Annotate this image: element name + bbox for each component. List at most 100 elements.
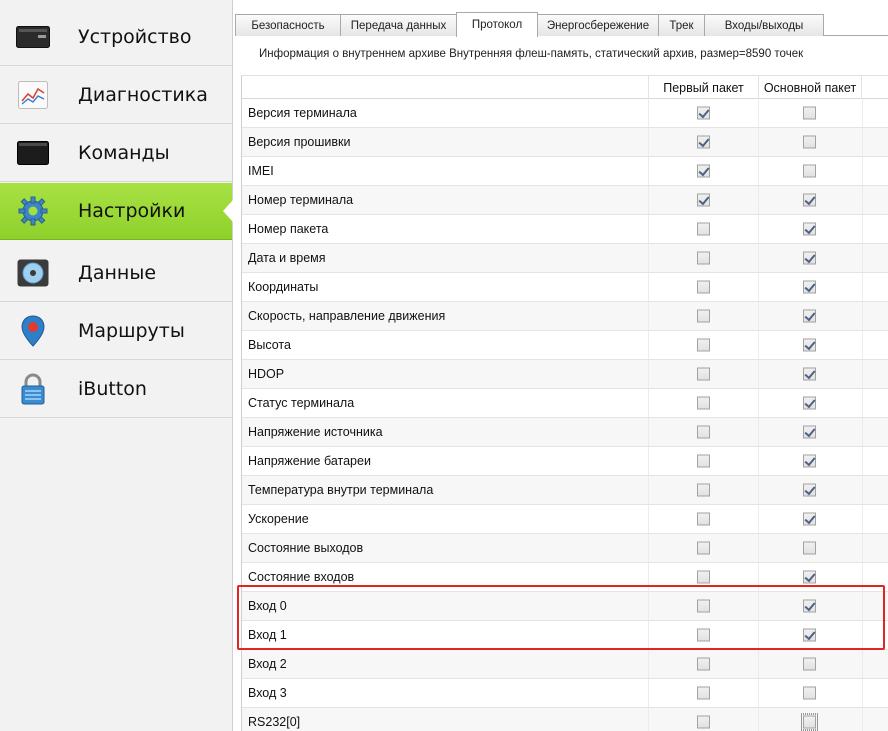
main-packet-checkbox[interactable] bbox=[803, 599, 816, 613]
sidebar-item-label: Команды bbox=[78, 142, 170, 164]
first-packet-checkbox[interactable] bbox=[697, 483, 710, 497]
field-name: Версия прошивки bbox=[248, 135, 351, 149]
first-packet-checkbox[interactable] bbox=[697, 715, 710, 729]
sidebar-item-diagnostics[interactable]: Диагностика bbox=[0, 67, 232, 124]
main-packet-checkbox[interactable] bbox=[803, 512, 816, 526]
diagnostics-chart-icon bbox=[16, 78, 50, 112]
column-header-first-packet[interactable]: Первый пакет bbox=[648, 76, 758, 99]
main-packet-checkbox[interactable] bbox=[803, 657, 816, 671]
field-name: Версия терминала bbox=[248, 106, 357, 120]
column-divider bbox=[862, 505, 863, 533]
main-packet-checkbox[interactable] bbox=[803, 222, 816, 236]
table-row: Напряжение источника bbox=[242, 418, 888, 447]
column-divider bbox=[648, 476, 649, 504]
sidebar-item-routes[interactable]: Маршруты bbox=[0, 303, 232, 360]
first-packet-checkbox[interactable] bbox=[697, 222, 710, 236]
main-packet-checkbox[interactable] bbox=[803, 135, 816, 149]
column-divider bbox=[758, 331, 759, 359]
column-divider bbox=[758, 534, 759, 562]
first-packet-checkbox[interactable] bbox=[697, 512, 710, 526]
main-packet-checkbox[interactable] bbox=[803, 396, 816, 410]
table-row: Номер терминала bbox=[242, 186, 888, 215]
main-packet-checkbox[interactable] bbox=[803, 193, 816, 207]
first-packet-checkbox[interactable] bbox=[697, 251, 710, 265]
column-divider bbox=[862, 360, 863, 388]
column-divider bbox=[758, 186, 759, 214]
table-row: Версия терминала bbox=[242, 99, 888, 128]
tab-track[interactable]: Трек bbox=[658, 14, 705, 36]
sidebar-item-data[interactable]: Данные bbox=[0, 245, 232, 302]
table-row: RS232[0] bbox=[242, 708, 888, 731]
main-packet-checkbox[interactable] bbox=[803, 541, 816, 555]
field-name: Номер пакета bbox=[248, 222, 329, 236]
table-header: Первый пакет Основной пакет bbox=[242, 76, 888, 99]
sidebar-item-label: Диагностика bbox=[78, 84, 208, 106]
first-packet-checkbox[interactable] bbox=[697, 106, 710, 120]
first-packet-checkbox[interactable] bbox=[697, 396, 710, 410]
field-name: Напряжение батареи bbox=[248, 454, 371, 468]
first-packet-checkbox[interactable] bbox=[697, 367, 710, 381]
first-packet-checkbox[interactable] bbox=[697, 135, 710, 149]
column-divider bbox=[758, 650, 759, 678]
table-row: Вход 0 bbox=[242, 592, 888, 621]
sidebar-item-ibutton[interactable]: iButton bbox=[0, 361, 232, 418]
sidebar-item-settings[interactable]: Настройки bbox=[0, 183, 233, 240]
column-divider bbox=[758, 273, 759, 301]
table-body: Версия терминала Версия прошивки IMEI Номер… bbox=[242, 99, 888, 731]
column-divider bbox=[648, 505, 649, 533]
sidebar-item-commands[interactable]: Команды bbox=[0, 125, 232, 182]
column-divider bbox=[648, 331, 649, 359]
column-header-main-packet[interactable]: Основной пакет bbox=[758, 76, 862, 99]
column-divider bbox=[758, 563, 759, 591]
first-packet-checkbox[interactable] bbox=[697, 628, 710, 642]
tab-protocol[interactable]: Протокол bbox=[456, 12, 538, 37]
table-row: Напряжение батареи bbox=[242, 447, 888, 476]
field-name: Вход 1 bbox=[248, 628, 287, 642]
main-packet-checkbox[interactable] bbox=[803, 570, 816, 584]
main-packet-checkbox[interactable] bbox=[803, 483, 816, 497]
gear-icon bbox=[16, 194, 50, 228]
main-packet-checkbox[interactable] bbox=[801, 713, 818, 731]
first-packet-checkbox[interactable] bbox=[697, 657, 710, 671]
tab-power-saving[interactable]: Энергосбережение bbox=[537, 14, 659, 36]
first-packet-checkbox[interactable] bbox=[697, 454, 710, 468]
first-packet-checkbox[interactable] bbox=[697, 425, 710, 439]
first-packet-checkbox[interactable] bbox=[697, 193, 710, 207]
main-packet-checkbox[interactable] bbox=[803, 280, 816, 294]
map-pin-icon bbox=[16, 314, 50, 348]
first-packet-checkbox[interactable] bbox=[697, 599, 710, 613]
main-packet-checkbox[interactable] bbox=[803, 164, 816, 178]
tab-data-transfer[interactable]: Передача данных bbox=[340, 14, 457, 36]
main-packet-checkbox[interactable] bbox=[803, 106, 816, 120]
sidebar-item-device[interactable]: Устройство bbox=[0, 9, 232, 66]
tab-inputs-outputs[interactable]: Входы/выходы bbox=[704, 14, 824, 36]
column-divider bbox=[758, 99, 759, 127]
first-packet-checkbox[interactable] bbox=[697, 686, 710, 700]
column-divider bbox=[758, 157, 759, 185]
first-packet-checkbox[interactable] bbox=[697, 164, 710, 178]
lock-icon bbox=[16, 372, 50, 406]
main-packet-checkbox[interactable] bbox=[803, 686, 816, 700]
first-packet-checkbox[interactable] bbox=[697, 280, 710, 294]
main-packet-checkbox[interactable] bbox=[803, 338, 816, 352]
first-packet-checkbox[interactable] bbox=[697, 309, 710, 323]
main-packet-checkbox[interactable] bbox=[803, 367, 816, 381]
first-packet-checkbox[interactable] bbox=[697, 541, 710, 555]
first-packet-checkbox[interactable] bbox=[697, 570, 710, 584]
sidebar: Устройство Диагностика Команды Настройки… bbox=[0, 0, 233, 731]
main-packet-checkbox[interactable] bbox=[803, 628, 816, 642]
column-divider bbox=[648, 389, 649, 417]
column-divider bbox=[862, 563, 863, 591]
active-indicator bbox=[223, 200, 233, 222]
first-packet-checkbox[interactable] bbox=[697, 338, 710, 352]
column-divider bbox=[862, 650, 863, 678]
column-divider bbox=[862, 708, 863, 731]
tab-security[interactable]: Безопасность bbox=[235, 14, 341, 36]
main-packet-checkbox[interactable] bbox=[803, 454, 816, 468]
field-name: Вход 0 bbox=[248, 599, 287, 613]
main-packet-checkbox[interactable] bbox=[803, 425, 816, 439]
main-packet-checkbox[interactable] bbox=[803, 251, 816, 265]
main-packet-checkbox[interactable] bbox=[803, 309, 816, 323]
column-divider bbox=[758, 128, 759, 156]
column-divider bbox=[648, 215, 649, 243]
